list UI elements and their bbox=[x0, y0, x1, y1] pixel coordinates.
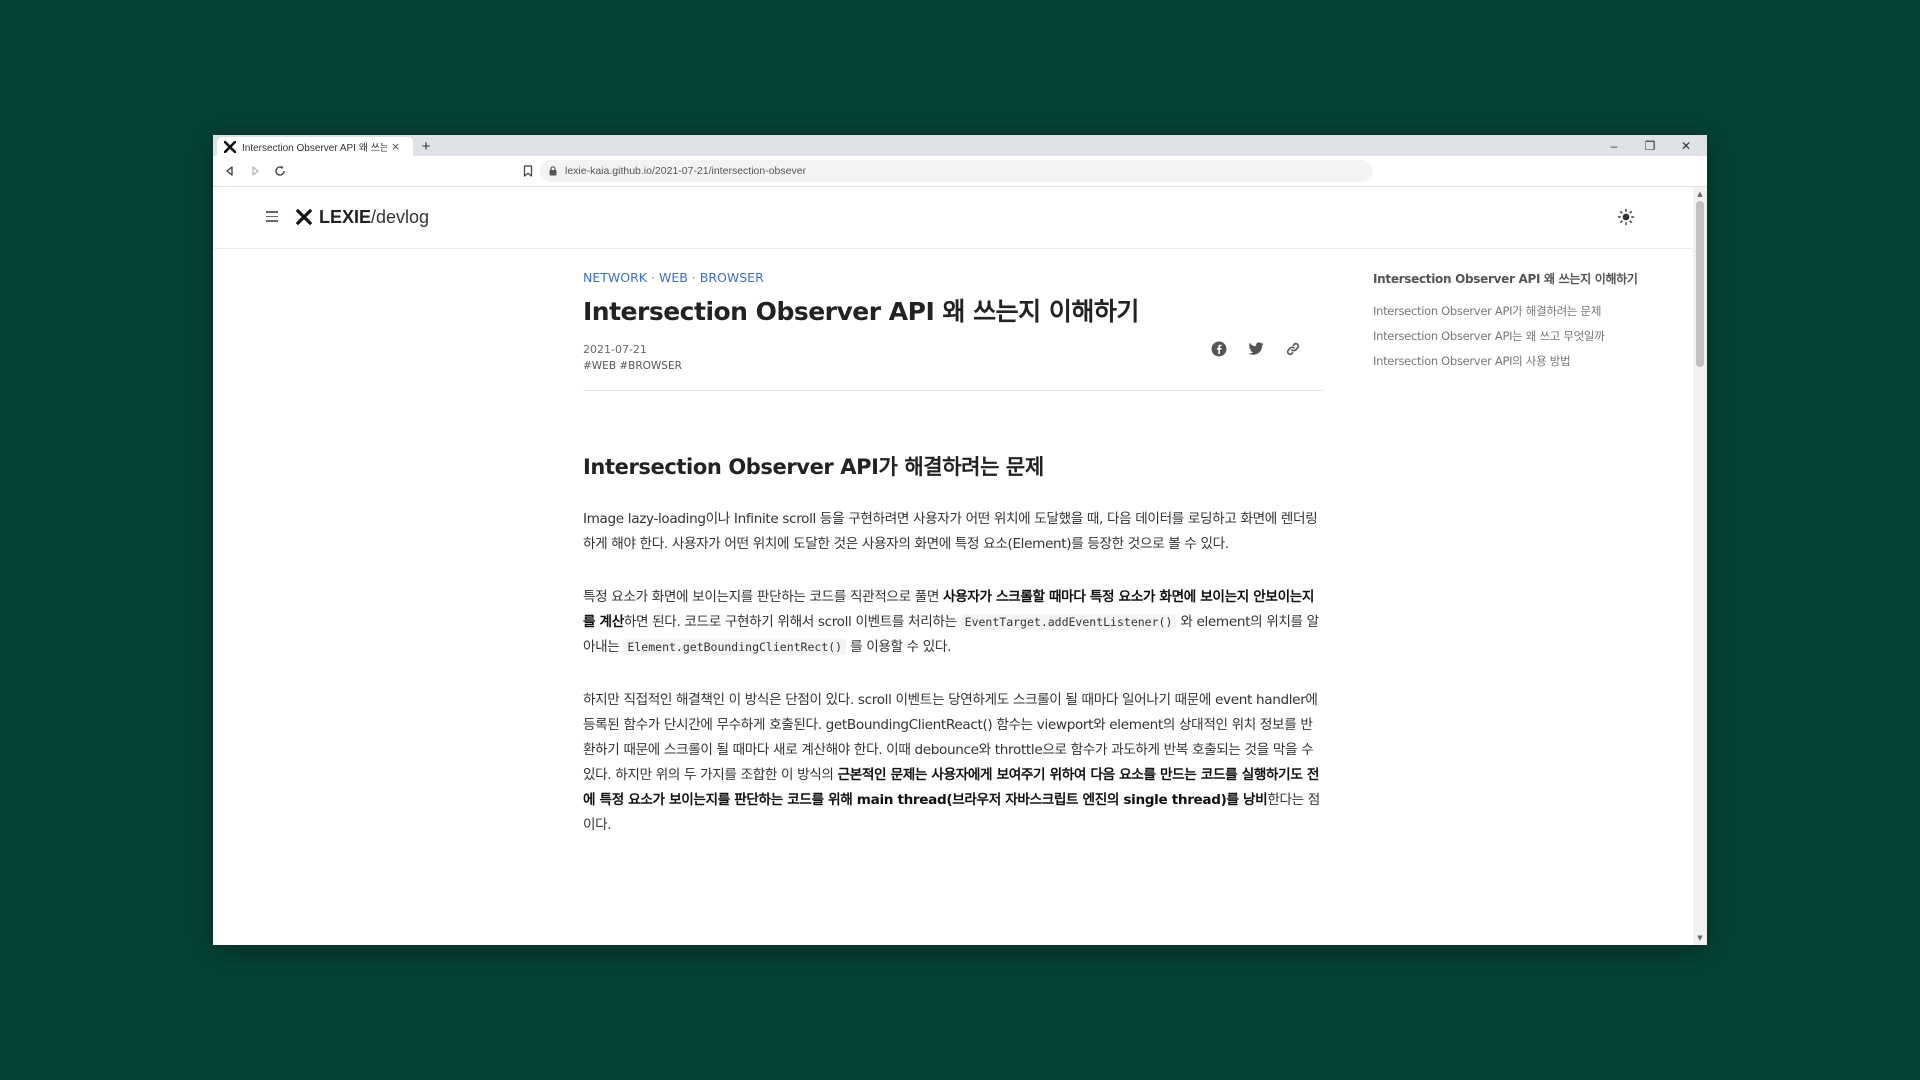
lock-icon bbox=[549, 165, 559, 177]
p2-text-e: 를 이용할 수 있다. bbox=[846, 639, 952, 655]
tab-strip: Intersection Observer API 왜 쓰는 × + – ❐ ✕ bbox=[213, 135, 1707, 156]
category-web[interactable]: WEB bbox=[659, 270, 688, 285]
minimize-button[interactable]: – bbox=[1597, 135, 1631, 156]
title-divider bbox=[583, 390, 1324, 391]
toc-item[interactable]: Intersection Observer API가 해결하려는 문제 bbox=[1373, 303, 1653, 319]
hamburger-menu-icon[interactable] bbox=[266, 211, 278, 223]
scrollbar-thumb[interactable] bbox=[1696, 201, 1704, 367]
close-window-button[interactable]: ✕ bbox=[1669, 135, 1703, 156]
category-network[interactable]: NETWORK bbox=[583, 270, 647, 285]
toc-item[interactable]: Intersection Observer API는 왜 쓰고 무엇일까 bbox=[1373, 328, 1653, 344]
address-bar[interactable]: lexie-kaia.github.io/2021-07-21/intersec… bbox=[540, 160, 1373, 182]
toc-title[interactable]: Intersection Observer API 왜 쓰는지 이해하기 bbox=[1373, 270, 1653, 287]
paragraph-1: Image lazy-loading이나 Infinite scroll 등을 … bbox=[583, 511, 1318, 552]
site-favicon-icon bbox=[223, 140, 237, 154]
category-list: NETWORK · WEB · BROWSER bbox=[583, 270, 1324, 288]
browser-toolbar: lexie-kaia.github.io/2021-07-21/intersec… bbox=[213, 156, 1707, 187]
back-button[interactable] bbox=[221, 162, 239, 180]
twitter-icon[interactable] bbox=[1246, 339, 1265, 358]
toc-item[interactable]: Intersection Observer API의 사용 방법 bbox=[1373, 353, 1653, 369]
inline-code-getboundingclientrect: Element.getBoundingClientRect() bbox=[623, 639, 847, 655]
category-separator: · bbox=[650, 270, 655, 285]
site-header: LEXIE/devlog bbox=[213, 187, 1693, 249]
bookmark-button[interactable] bbox=[519, 162, 537, 180]
back-arrow-icon bbox=[226, 166, 233, 176]
p2-text-a: 특정 요소가 화면에 보이는지를 판단하는 코드를 직관적으로 풀면 bbox=[583, 589, 943, 605]
tab-close-icon[interactable]: × bbox=[391, 140, 400, 153]
url-text: lexie-kaia.github.io/2021-07-21/intersec… bbox=[565, 165, 807, 177]
theme-toggle-sun-icon[interactable] bbox=[1617, 208, 1635, 226]
browser-tab[interactable]: Intersection Observer API 왜 쓰는 × bbox=[217, 137, 413, 156]
page-viewport: LEXIE/devlog NETWORK · WEB · BROWSER Inte bbox=[213, 187, 1693, 945]
share-buttons bbox=[1209, 339, 1302, 358]
section-heading: Intersection Observer API가 해결하려는 문제 bbox=[583, 455, 1044, 479]
page-scrollbar[interactable]: ▲ ▼ bbox=[1693, 187, 1707, 945]
forward-arrow-icon bbox=[252, 166, 259, 176]
reload-button[interactable] bbox=[271, 162, 289, 180]
bookmark-icon bbox=[523, 165, 533, 177]
inline-code-addeventlistener: EventTarget.addEventListener() bbox=[960, 614, 1177, 630]
logo-mark-icon bbox=[295, 208, 313, 226]
reload-icon bbox=[275, 165, 285, 176]
p2-text-c: 하면 된다. 코드로 구현하기 위해서 scroll 이벤트를 처리하는 bbox=[623, 614, 961, 630]
site-brand: LEXIE bbox=[319, 206, 372, 227]
paragraph-2: 특정 요소가 화면에 보이는지를 판단하는 코드를 직관적으로 풀면 사용자가 … bbox=[583, 585, 1324, 660]
facebook-icon[interactable] bbox=[1209, 339, 1228, 358]
post-title: Intersection Observer API 왜 쓰는지 이해하기 bbox=[583, 297, 1139, 326]
tag-links[interactable]: #WEB #BROWSER bbox=[583, 360, 682, 372]
category-browser[interactable]: BROWSER bbox=[700, 270, 764, 285]
post-tags: #WEB #BROWSER bbox=[583, 360, 1324, 372]
tab-title: Intersection Observer API 왜 쓰는 bbox=[242, 143, 387, 154]
browser-window: Intersection Observer API 왜 쓰는 × + – ❐ ✕… bbox=[213, 135, 1707, 945]
category-separator: · bbox=[691, 270, 696, 285]
restore-button[interactable]: ❐ bbox=[1633, 135, 1667, 156]
new-tab-button[interactable]: + bbox=[417, 137, 435, 155]
paragraph-3: 하지만 직접적인 해결책인 이 방식은 단점이 있다. scroll 이벤트는 … bbox=[583, 688, 1324, 838]
scroll-up-arrow-icon[interactable]: ▲ bbox=[1693, 189, 1707, 199]
forward-button[interactable] bbox=[246, 162, 264, 180]
article: NETWORK · WEB · BROWSER Intersection Observe… bbox=[583, 270, 1324, 852]
table-of-contents: Intersection Observer API 왜 쓰는지 이해하기 Int… bbox=[1373, 270, 1653, 369]
link-icon[interactable] bbox=[1283, 339, 1302, 358]
site-logo[interactable]: LEXIE/devlog bbox=[295, 205, 429, 229]
scroll-down-arrow-icon[interactable]: ▼ bbox=[1693, 933, 1707, 943]
site-brand-suffix: /devlog bbox=[371, 206, 430, 227]
